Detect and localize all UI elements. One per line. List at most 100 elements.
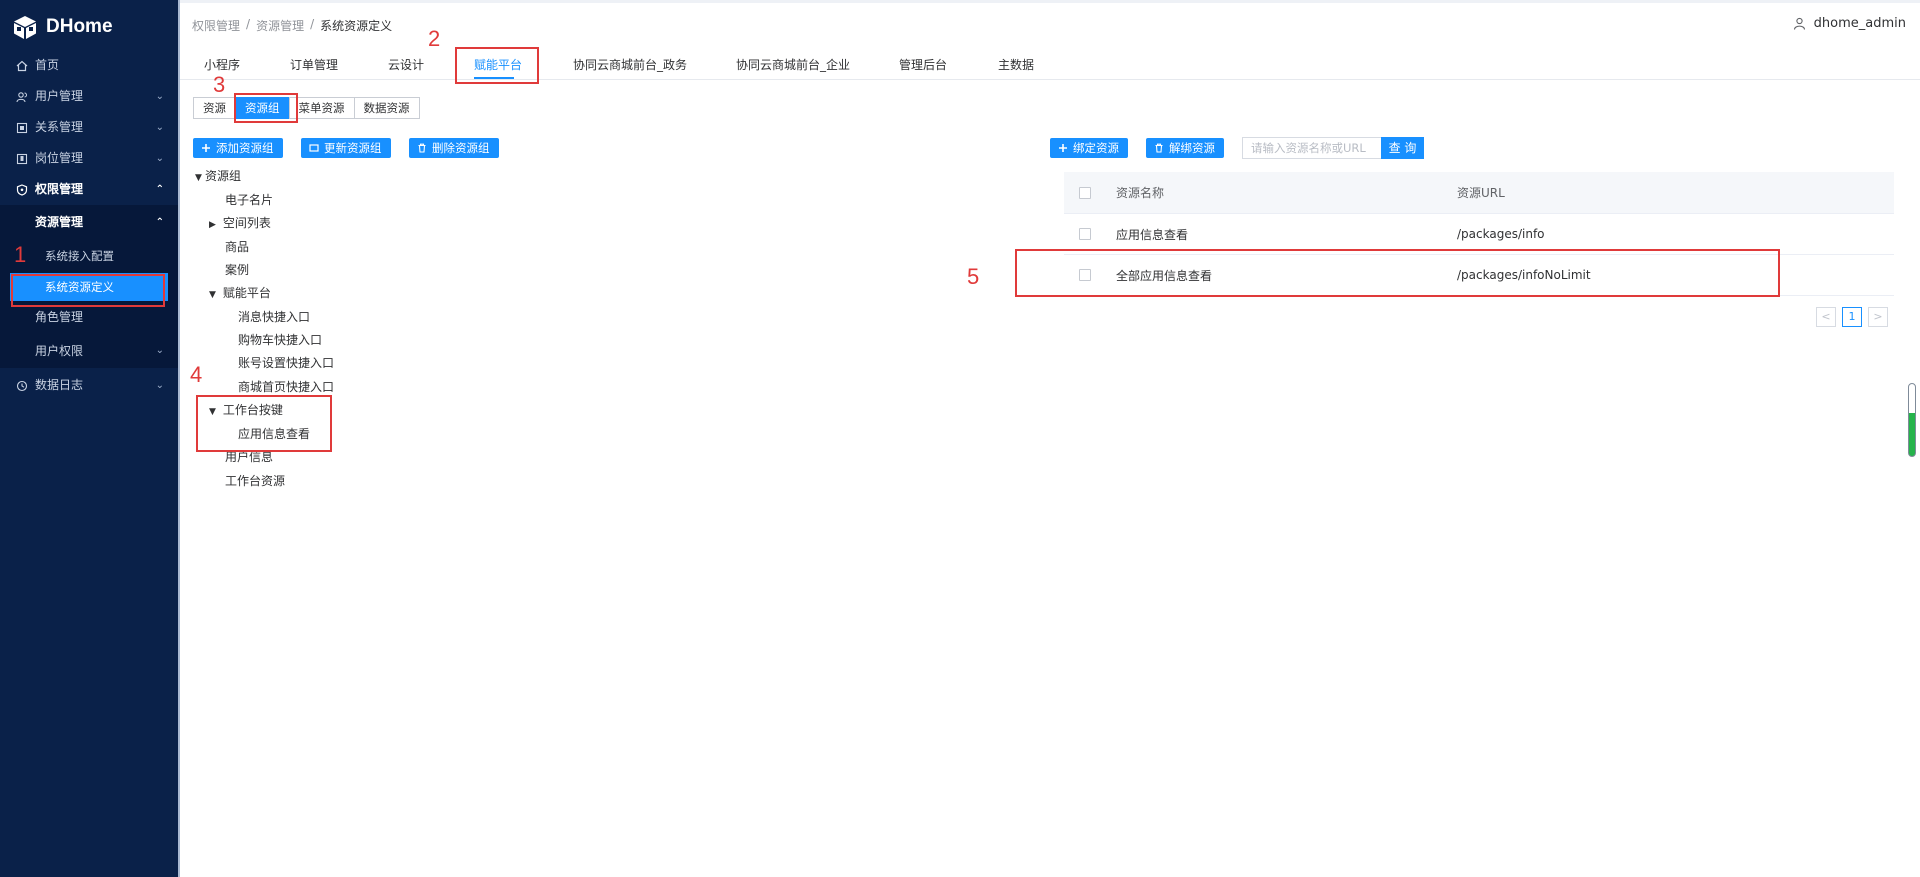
sidebar-item-relation-management[interactable]: 关系管理 ⌄ (0, 112, 178, 143)
select-all-checkbox[interactable] (1079, 186, 1091, 199)
delete-resource-group-button[interactable]: 删除资源组 (409, 138, 499, 158)
tree-node[interactable]: 消息快捷入口 (238, 307, 310, 327)
chevron-down-icon: ⌄ (155, 345, 164, 356)
sidebar-item-user-management[interactable]: 用户管理 ⌄ (0, 81, 178, 112)
resource-type-tabs: 资源 资源组 菜单资源 数据资源 (193, 97, 420, 119)
sidebar-border (178, 0, 180, 877)
unbind-resource-button[interactable]: 解绑资源 (1146, 138, 1224, 158)
sidebar-item-system-access-config[interactable]: 系统接入配置 (0, 240, 178, 273)
row-checkbox-cell (1079, 255, 1091, 295)
caret-down-icon: ▼ (195, 173, 202, 183)
button-label: 更新资源组 (324, 141, 382, 155)
tree-node-root[interactable]: ▼ 资源组 (195, 166, 241, 186)
tree-node[interactable]: 工作台资源 (225, 471, 285, 491)
tree-node[interactable]: 案例 (225, 260, 249, 280)
tree-node[interactable]: 商品 (225, 237, 249, 257)
caret-right-icon: ▶ (209, 220, 216, 230)
breadcrumb-separator: / (310, 17, 315, 31)
breadcrumb-separator: / (246, 17, 251, 31)
tree-node[interactable]: ▼ 赋能平台 (209, 283, 271, 303)
breadcrumb-item[interactable]: 权限管理 (192, 17, 240, 34)
update-resource-group-button[interactable]: 更新资源组 (301, 138, 391, 158)
table-row[interactable]: 应用信息查看 /packages/info (1064, 214, 1894, 255)
user-menu[interactable]: dhome_admin (1793, 16, 1906, 31)
sidebar-item-home[interactable]: 首页 (0, 50, 178, 81)
row-checkbox-cell (1079, 214, 1091, 254)
search-button[interactable]: 查 询 (1381, 137, 1424, 159)
sidebar-item-permission-management[interactable]: 权限管理 ⌃ (0, 174, 178, 205)
tree-node[interactable]: 商城首页快捷入口 (238, 377, 334, 397)
top-strip (180, 0, 1920, 3)
app-name: DHome (46, 16, 113, 37)
sidebar-item-label: 用户管理 (35, 89, 84, 103)
select-all-cell (1079, 172, 1091, 213)
table-row[interactable]: 全部应用信息查看 /packages/infoNoLimit (1064, 255, 1894, 296)
sidebar-item-label: 系统资源定义 (45, 280, 114, 294)
cell-resource-name: 全部应用信息查看 (1116, 268, 1213, 283)
tab-admin-backend[interactable]: 管理后台 (899, 56, 947, 73)
trash-icon (1155, 143, 1163, 153)
tree-node[interactable]: ▼ 工作台按键 (209, 400, 283, 420)
breadcrumb-item[interactable]: 资源管理 (256, 17, 304, 34)
sidebar-menu: 首页 用户管理 ⌄ 关系管理 ⌄ 岗位管理 ⌄ 权限管理 ⌃ 资源管理 ⌃ 系统… (0, 50, 178, 403)
tab-order-management[interactable]: 订单管理 (290, 56, 338, 73)
sidebar-item-label: 系统接入配置 (45, 249, 114, 263)
annotation-number-2: 2 (428, 26, 441, 51)
tree-node[interactable]: 电子名片 (225, 190, 273, 210)
cell-resource-url: /packages/infoNoLimit (1457, 268, 1591, 282)
sidebar-item-resource-management[interactable]: 资源管理 ⌃ (0, 205, 178, 240)
tree-node[interactable]: 购物车快捷入口 (238, 330, 322, 350)
column-header-name: 资源名称 (1116, 186, 1165, 200)
subtab-data-resource[interactable]: 数据资源 (353, 97, 420, 119)
project-tabs: 小程序 订单管理 云设计 赋能平台 协同云商城前台_政务 协同云商城前台_企业 … (180, 50, 1920, 80)
sidebar-item-user-permission[interactable]: 用户权限 ⌄ (0, 334, 178, 368)
button-label: 解绑资源 (1169, 141, 1215, 155)
chevron-down-icon: ⌄ (155, 122, 164, 133)
bind-resource-button[interactable]: 绑定资源 (1050, 138, 1128, 158)
caret-down-icon: ▼ (209, 407, 216, 417)
tab-cloud-design[interactable]: 云设计 (388, 56, 424, 73)
tab-mini-program[interactable]: 小程序 (204, 56, 240, 73)
cube-logo-icon (14, 16, 36, 39)
next-page-button[interactable]: > (1868, 307, 1888, 327)
resource-search-input[interactable]: 请输入资源名称或URL (1242, 137, 1382, 159)
scrollbar-thumb[interactable] (1908, 383, 1916, 457)
sidebar-item-system-resource-definition[interactable]: 系统资源定义 (10, 273, 168, 301)
logo[interactable]: DHome (12, 12, 113, 42)
tab-collab-mall-gov[interactable]: 协同云商城前台_政务 (573, 56, 687, 73)
sidebar-item-role-management[interactable]: 角色管理 (0, 301, 178, 334)
subtab-menu-resource[interactable]: 菜单资源 (288, 97, 355, 119)
chevron-down-icon: ⌄ (155, 380, 164, 391)
row-checkbox[interactable] (1079, 269, 1091, 281)
trash-icon (418, 143, 426, 153)
tree-node[interactable]: 应用信息查看 (238, 424, 310, 444)
tree-node[interactable]: 账号设置快捷入口 (238, 353, 334, 373)
subtab-resource-group[interactable]: 资源组 (235, 97, 290, 119)
subtab-resource[interactable]: 资源 (193, 97, 236, 119)
shield-icon (15, 183, 29, 197)
annotation-number-5: 5 (967, 264, 980, 289)
user-icon (1793, 17, 1805, 30)
page-number-button[interactable]: 1 (1842, 307, 1862, 327)
sidebar: DHome 首页 用户管理 ⌄ 关系管理 ⌄ 岗位管理 ⌄ 权限管理 ⌃ 资源管… (0, 0, 178, 877)
sidebar-item-post-management[interactable]: 岗位管理 ⌄ (0, 143, 178, 174)
username: dhome_admin (1813, 16, 1906, 31)
users-icon (15, 90, 29, 104)
bound-resources-table: 资源名称 资源URL 应用信息查看 /packages/info 全部应用信息查… (1064, 172, 1894, 296)
tab-master-data[interactable]: 主数据 (998, 56, 1034, 73)
prev-page-button[interactable]: < (1816, 307, 1836, 327)
tab-collab-mall-enterprise[interactable]: 协同云商城前台_企业 (736, 56, 850, 73)
sidebar-submenu-permission: 资源管理 ⌃ 系统接入配置 系统资源定义 角色管理 用户权限 ⌄ (0, 205, 178, 368)
edit-icon (309, 144, 319, 152)
relation-icon (15, 121, 29, 135)
add-resource-group-button[interactable]: 添加资源组 (193, 138, 283, 158)
tree-node[interactable]: 用户信息 (225, 447, 273, 467)
tree-node[interactable]: ▶ 空间列表 (209, 213, 271, 233)
sidebar-item-label: 权限管理 (35, 182, 84, 196)
chevron-down-icon: ⌄ (155, 153, 164, 164)
sidebar-item-label: 角色管理 (35, 310, 84, 324)
row-checkbox[interactable] (1079, 228, 1091, 240)
tab-enablement-platform[interactable]: 赋能平台 (474, 56, 522, 73)
chevron-up-icon: ⌃ (155, 184, 164, 195)
sidebar-item-data-log[interactable]: 数据日志 ⌄ (0, 368, 178, 403)
